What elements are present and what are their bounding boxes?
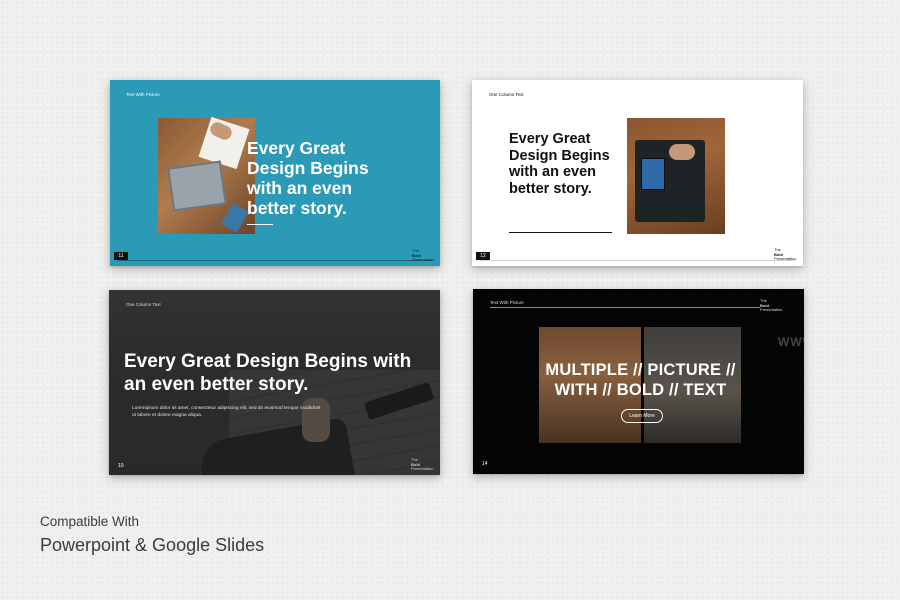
slide-number: 10 bbox=[118, 463, 124, 469]
brand-mark: The Bold Presentation bbox=[411, 457, 434, 472]
slide-headline: Every Great Design Begins with an even b… bbox=[247, 138, 369, 218]
slide-headline: Every Great Design Begins with an even b… bbox=[124, 351, 412, 395]
header-divider bbox=[490, 307, 760, 308]
brand-mark: The Bold Presentation bbox=[760, 298, 783, 313]
slide-number: 11 bbox=[114, 252, 128, 260]
laptop-desk-photo bbox=[158, 116, 255, 234]
slide-header: Text With Picture bbox=[490, 300, 524, 305]
watermark-text: WWW bbox=[778, 335, 804, 349]
brand-mark: The Bold Presentation bbox=[774, 247, 797, 262]
slide-body-text: Loremipsum dolor sit amet, consectetur a… bbox=[132, 406, 321, 418]
suitcase-tablet-photo bbox=[627, 118, 725, 234]
arrow-line bbox=[509, 232, 612, 233]
footer-divider bbox=[118, 260, 432, 261]
brand-mark: The Bold Presentation bbox=[412, 248, 435, 263]
slide-number: 14 bbox=[482, 461, 488, 467]
slide-header: One Column Text bbox=[126, 302, 161, 307]
slide-headline: Every Great Design Begins with an even b… bbox=[509, 131, 610, 197]
slide-header: Text With Picture bbox=[126, 92, 160, 97]
slide-11-thumbnail[interactable]: Text With Picture Every Great Design Beg… bbox=[110, 80, 440, 266]
slide-14-thumbnail[interactable]: Text With Picture The Bold Presentation MU… bbox=[473, 289, 804, 474]
slide-10-thumbnail[interactable]: One Column Text Every Great Design Begin… bbox=[109, 290, 440, 475]
slide-headline: MULTIPLE // PICTURE // WITH // BOLD // T… bbox=[545, 361, 736, 399]
slide-header: One Column Text bbox=[489, 92, 524, 97]
learn-more-button[interactable]: Learn More bbox=[621, 409, 663, 423]
slide-12-thumbnail[interactable]: One Column Text Every Great Design Begin… bbox=[472, 80, 803, 266]
caption-platforms: Powerpoint & Google Slides bbox=[40, 535, 265, 555]
slide-number: 12 bbox=[476, 252, 490, 260]
arrow-line bbox=[247, 224, 273, 225]
caption-compatible-with: Compatible With bbox=[40, 514, 140, 529]
footer-divider bbox=[480, 260, 795, 261]
